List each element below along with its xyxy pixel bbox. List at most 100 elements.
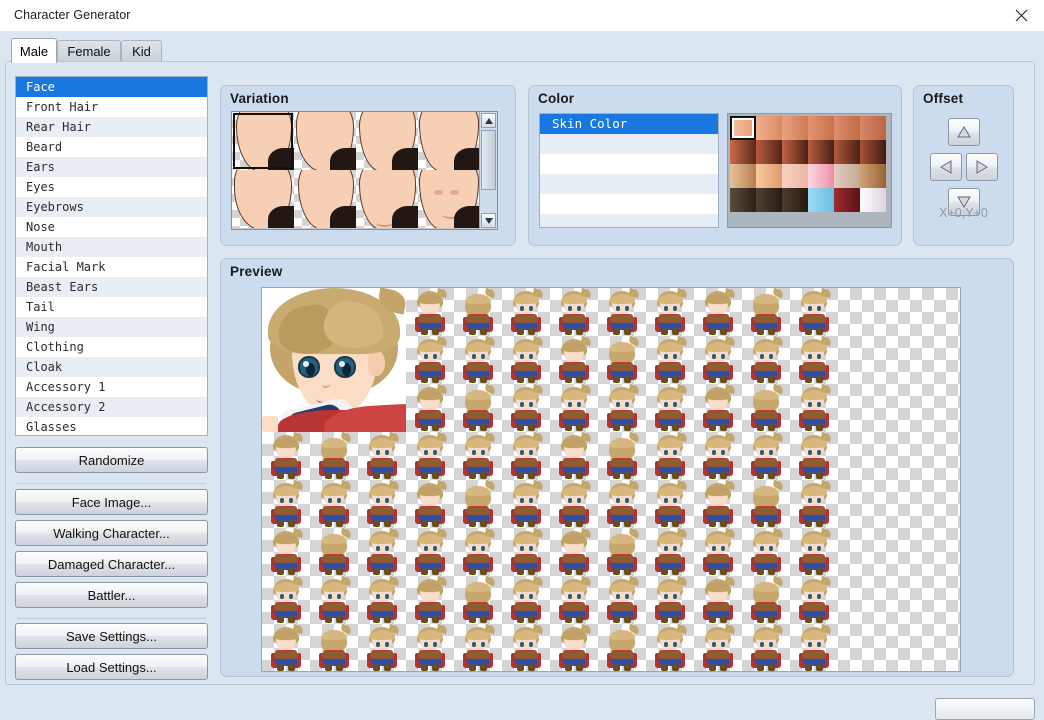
battler-button[interactable]: Battler...	[15, 582, 208, 608]
sidebar-item-accessory-1[interactable]: Accessory 1	[16, 377, 207, 397]
variation-cell[interactable]	[356, 112, 418, 170]
face-image-button[interactable]: Face Image...	[15, 489, 208, 515]
variation-grid[interactable]	[231, 111, 498, 230]
character-sprite	[790, 479, 838, 528]
load-settings-button[interactable]: Load Settings...	[15, 654, 208, 680]
color-row-skin-color[interactable]: Skin Color	[540, 114, 718, 134]
color-palette[interactable]	[727, 113, 892, 228]
palette-swatch[interactable]	[808, 140, 834, 164]
palette-swatch[interactable]	[834, 164, 860, 188]
character-sprite	[550, 335, 598, 384]
palette-swatch[interactable]	[782, 164, 808, 188]
palette-swatch[interactable]	[860, 164, 886, 188]
sidebar-item-cloak[interactable]: Cloak	[16, 357, 207, 377]
sidebar-item-clothing[interactable]: Clothing	[16, 337, 207, 357]
variation-cell[interactable]	[294, 170, 356, 228]
sidebar-item-accessory-2[interactable]: Accessory 2	[16, 397, 207, 417]
character-sprite	[502, 623, 550, 671]
color-panel: Color Skin Color	[528, 85, 902, 246]
color-row[interactable]	[540, 214, 718, 227]
offset-right-button[interactable]	[966, 153, 998, 181]
sidebar-item-eyebrows[interactable]: Eyebrows	[16, 197, 207, 217]
palette-swatch[interactable]	[860, 140, 886, 164]
tab-female[interactable]: Female	[57, 40, 121, 62]
sidebar-item-glasses[interactable]: Glasses	[16, 417, 207, 435]
palette-swatch[interactable]	[834, 140, 860, 164]
character-sprite	[454, 383, 502, 432]
character-sprite	[694, 623, 742, 671]
sidebar-item-beast-ears[interactable]: Beast Ears	[16, 277, 207, 297]
bottom-partial-button[interactable]	[935, 698, 1035, 720]
character-sprite	[790, 288, 838, 336]
save-settings-button[interactable]: Save Settings...	[15, 623, 208, 649]
sidebar-item-eyes[interactable]: Eyes	[16, 177, 207, 197]
palette-swatch[interactable]	[756, 164, 782, 188]
palette-swatch[interactable]	[860, 116, 886, 140]
damaged-character-button[interactable]: Damaged Character...	[15, 551, 208, 577]
variation-scrollbar[interactable]	[479, 112, 497, 229]
sidebar-item-tail[interactable]: Tail	[16, 297, 207, 317]
sidebar-item-nose[interactable]: Nose	[16, 217, 207, 237]
palette-swatch[interactable]	[808, 188, 834, 212]
offset-left-button[interactable]	[930, 153, 962, 181]
palette-swatch[interactable]	[834, 188, 860, 212]
character-sprite	[358, 623, 406, 671]
character-sprite	[646, 527, 694, 576]
sidebar-item-wing[interactable]: Wing	[16, 317, 207, 337]
tab-male[interactable]: Male	[11, 38, 57, 63]
variation-cell[interactable]	[356, 170, 418, 228]
palette-swatch[interactable]	[782, 116, 808, 140]
color-row[interactable]	[540, 174, 718, 194]
character-sprite	[358, 527, 406, 576]
palette-swatch[interactable]	[756, 116, 782, 140]
character-sprite	[406, 623, 454, 671]
palette-swatch[interactable]	[730, 164, 756, 188]
palette-swatch[interactable]	[756, 140, 782, 164]
sidebar-item-beard[interactable]: Beard	[16, 137, 207, 157]
variation-title: Variation	[230, 91, 289, 106]
character-sprite	[694, 335, 742, 384]
variation-cell[interactable]	[232, 112, 294, 170]
character-sprite	[694, 575, 742, 624]
arrow-right-icon	[976, 160, 988, 174]
palette-swatch[interactable]	[808, 116, 834, 140]
parts-list[interactable]: Face Front Hair Rear Hair Beard Ears Eye…	[15, 76, 208, 436]
character-sprite	[310, 575, 358, 624]
button-divider-2	[17, 618, 206, 619]
sidebar-item-facial-mark[interactable]: Facial Mark	[16, 257, 207, 277]
close-icon[interactable]	[998, 0, 1044, 31]
preview-canvas[interactable]	[261, 287, 961, 672]
palette-swatch[interactable]	[730, 188, 756, 212]
character-sprite	[454, 527, 502, 576]
variation-cell[interactable]	[418, 170, 480, 228]
palette-swatch[interactable]	[756, 188, 782, 212]
palette-swatch[interactable]	[730, 140, 756, 164]
sidebar-item-face[interactable]: Face	[16, 77, 207, 97]
color-row[interactable]	[540, 134, 718, 154]
sidebar-item-mouth[interactable]: Mouth	[16, 237, 207, 257]
offset-up-button[interactable]	[948, 118, 980, 146]
character-sprite	[358, 479, 406, 528]
variation-cell[interactable]	[418, 112, 480, 170]
walking-character-button[interactable]: Walking Character...	[15, 520, 208, 546]
palette-swatch[interactable]	[808, 164, 834, 188]
triangle-up-icon[interactable]	[481, 113, 496, 128]
sidebar-item-ears[interactable]: Ears	[16, 157, 207, 177]
sidebar-item-rear-hair[interactable]: Rear Hair	[16, 117, 207, 137]
scrollbar-thumb[interactable]	[481, 130, 496, 190]
palette-swatch[interactable]	[860, 188, 886, 212]
variation-cell[interactable]	[294, 112, 356, 170]
color-row[interactable]	[540, 154, 718, 174]
palette-swatch[interactable]	[834, 116, 860, 140]
randomize-button[interactable]: Randomize	[15, 447, 208, 473]
palette-swatch[interactable]	[782, 188, 808, 212]
triangle-down-icon[interactable]	[481, 213, 496, 228]
variation-cell[interactable]	[232, 170, 294, 228]
sidebar-item-front-hair[interactable]: Front Hair	[16, 97, 207, 117]
tab-kid[interactable]: Kid	[121, 40, 162, 62]
palette-swatch[interactable]	[730, 116, 756, 140]
character-sprite	[550, 527, 598, 576]
color-list[interactable]: Skin Color	[539, 113, 719, 228]
palette-swatch[interactable]	[782, 140, 808, 164]
color-row[interactable]	[540, 194, 718, 214]
